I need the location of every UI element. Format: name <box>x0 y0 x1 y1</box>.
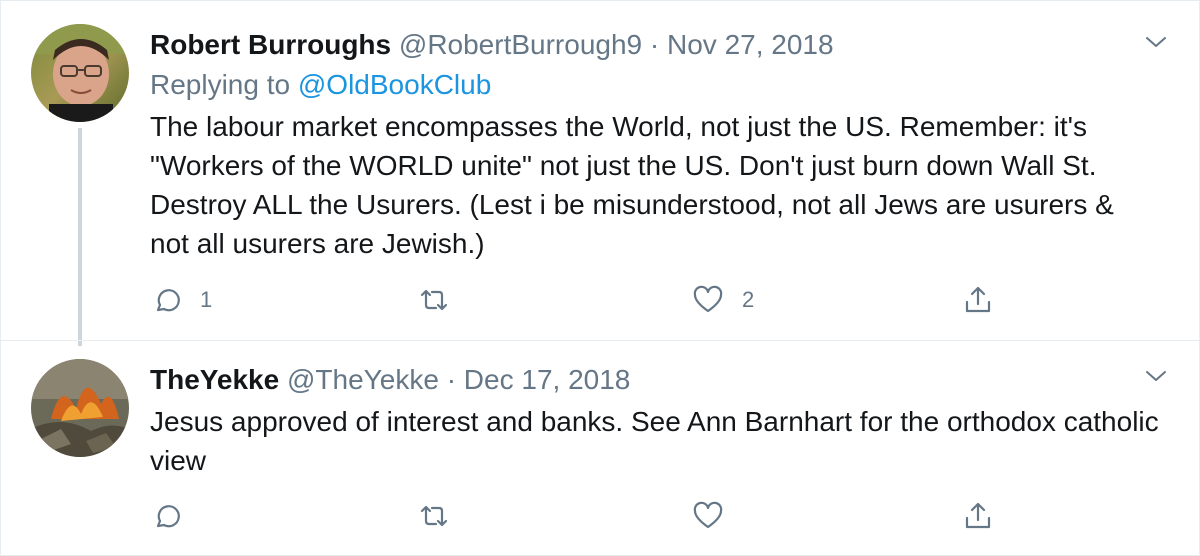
heart-icon <box>693 501 723 529</box>
author-name[interactable]: TheYekke <box>150 364 279 395</box>
reply-button[interactable] <box>150 496 200 536</box>
header-separator: · <box>446 364 457 395</box>
retweet-icon <box>420 505 448 527</box>
header-separator: · <box>649 29 660 60</box>
like-button[interactable] <box>692 496 742 536</box>
tweet-date[interactable]: Dec 17, 2018 <box>464 364 631 395</box>
reply-icon <box>156 505 180 528</box>
share-icon <box>965 502 991 529</box>
chevron-down-icon <box>1146 371 1166 381</box>
tweet-text: The labour market encompasses the World,… <box>150 111 1114 259</box>
share-button[interactable] <box>962 496 994 536</box>
tweet-content: TheYekke @TheYekke · Dec 17, 2018 Jesus … <box>150 362 1160 480</box>
more-options-button[interactable] <box>1142 362 1170 390</box>
reply-icon <box>156 289 180 312</box>
chevron-down-icon <box>1146 37 1166 47</box>
thread-connector-line <box>78 128 82 346</box>
tweet-content: Robert Burroughs @RobertBurrough9 · Nov … <box>150 27 1160 263</box>
tweet-theyekke[interactable]: TheYekke @TheYekke · Dec 17, 2018 Jesus … <box>0 340 1200 556</box>
tweet-header: Robert Burroughs @RobertBurrough9 · Nov … <box>150 27 1160 63</box>
share-button[interactable] <box>962 280 994 320</box>
tweet-robert-burroughs[interactable]: Robert Burroughs @RobertBurrough9 · Nov … <box>0 0 1200 346</box>
heart-icon <box>693 285 723 313</box>
author-handle[interactable]: @RobertBurrough9 <box>399 29 642 60</box>
more-options-button[interactable] <box>1142 28 1170 56</box>
replying-to: Replying to @OldBookClub <box>150 67 1160 103</box>
avatar[interactable] <box>31 24 129 122</box>
reply-count: 1 <box>200 287 213 312</box>
tweet-actions: 1 2 <box>150 280 1010 320</box>
tweet-date[interactable]: Nov 27, 2018 <box>667 29 834 60</box>
retweet-icon <box>420 289 448 311</box>
like-count: 2 <box>742 287 755 312</box>
author-handle[interactable]: @TheYekke <box>287 364 439 395</box>
reply-button[interactable]: 1 <box>150 280 212 320</box>
author-name[interactable]: Robert Burroughs <box>150 29 391 60</box>
share-icon <box>965 286 991 313</box>
retweet-button[interactable] <box>418 280 468 320</box>
tweet-text: Jesus approved of interest and banks. Se… <box>150 406 1159 476</box>
avatar[interactable] <box>31 359 129 457</box>
tweet-actions <box>150 496 1010 536</box>
replying-prefix: Replying to <box>150 69 298 100</box>
tweet-header: TheYekke @TheYekke · Dec 17, 2018 <box>150 362 1160 398</box>
replying-to-mention[interactable]: @OldBookClub <box>298 69 491 100</box>
like-button[interactable]: 2 <box>692 280 754 320</box>
retweet-button[interactable] <box>418 496 468 536</box>
